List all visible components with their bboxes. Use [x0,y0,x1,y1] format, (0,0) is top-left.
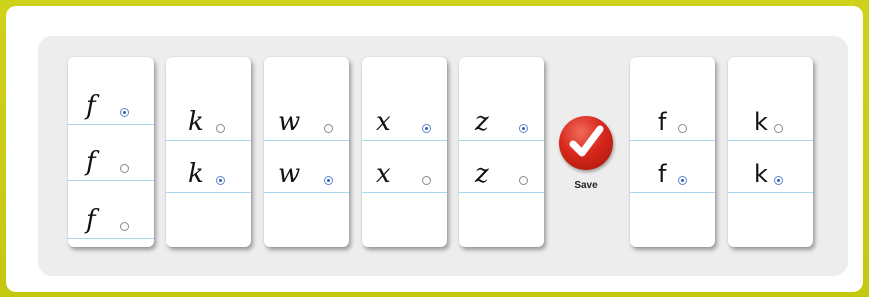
letter-glyph: k [754,160,768,188]
preview-card-k: k k [728,57,813,247]
option-radio[interactable] [774,176,783,185]
save-button[interactable]: Save [553,116,619,196]
option-radio[interactable] [120,108,129,117]
letter-card-f: f f f [68,57,154,247]
letter-glyph: k [188,107,204,137]
letter-card-z: z z [459,57,544,247]
option-radio[interactable] [216,124,225,133]
preview-card-f: f f [630,57,715,247]
letter-glyph: k [754,108,768,136]
option-radio[interactable] [678,176,687,185]
option-radio[interactable] [324,176,333,185]
option-radio[interactable] [422,124,431,133]
app-frame: f f f k k w w x x z z Save f f k k [6,6,863,292]
check-mark-icon[interactable] [559,116,613,170]
option-radio[interactable] [678,124,687,133]
letter-card-x: x x [362,57,447,247]
option-radio[interactable] [120,164,129,173]
letter-glyph: f [86,91,96,121]
option-radio[interactable] [422,176,431,185]
letter-glyph: w [278,107,301,137]
option-radio[interactable] [774,124,783,133]
letter-glyph: w [278,159,301,189]
letter-glyph: x [376,159,391,189]
letter-glyph: f [658,108,667,136]
save-label: Save [574,180,598,191]
letter-glyph: f [86,205,96,235]
option-radio[interactable] [216,176,225,185]
letter-glyph: f [86,147,96,177]
letter-glyph: z [475,107,489,137]
option-radio[interactable] [120,222,129,231]
option-radio[interactable] [324,124,333,133]
letter-glyph: z [475,159,489,189]
option-radio[interactable] [519,176,528,185]
letter-glyph: k [188,159,204,189]
letter-glyph: x [376,107,391,137]
option-radio[interactable] [519,124,528,133]
letter-card-k: k k [166,57,251,247]
letter-panel: f f f k k w w x x z z Save f f k k [38,36,848,276]
letter-card-w: w w [264,57,349,247]
letter-glyph: f [658,160,667,188]
